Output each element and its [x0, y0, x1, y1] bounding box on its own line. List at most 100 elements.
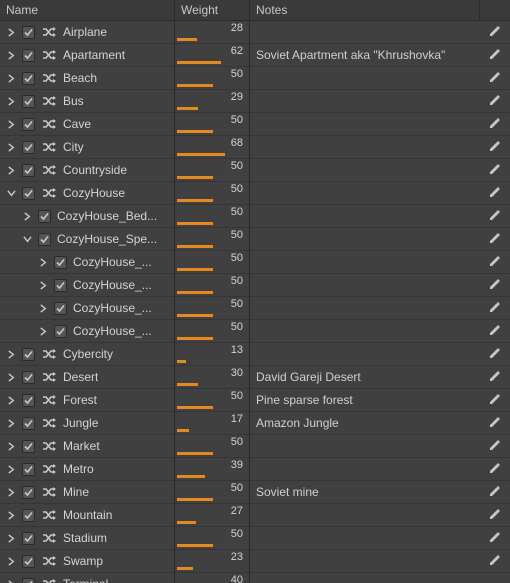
pencil-icon[interactable]	[488, 438, 502, 455]
weight-cell[interactable]: 50	[175, 182, 250, 204]
table-row[interactable]: CozyHouse_Spe...50	[0, 228, 510, 251]
row-checkbox[interactable]	[22, 118, 35, 131]
shuffle-icon[interactable]	[41, 439, 57, 453]
pencil-icon[interactable]	[488, 369, 502, 386]
weight-cell[interactable]: 50	[175, 113, 250, 135]
weight-cell[interactable]: 23	[175, 550, 250, 572]
shuffle-icon[interactable]	[41, 393, 57, 407]
weight-cell[interactable]: 50	[175, 274, 250, 296]
chevron-right-icon[interactable]	[4, 140, 18, 154]
weight-cell[interactable]: 28	[175, 21, 250, 43]
table-row[interactable]: Metro39	[0, 458, 510, 481]
row-checkbox[interactable]	[22, 555, 35, 568]
table-row[interactable]: CozyHouse_Bed...50	[0, 205, 510, 228]
row-checkbox[interactable]	[38, 233, 51, 246]
row-checkbox[interactable]	[22, 463, 35, 476]
pencil-icon[interactable]	[488, 530, 502, 547]
shuffle-icon[interactable]	[41, 370, 57, 384]
chevron-right-icon[interactable]	[4, 485, 18, 499]
row-checkbox[interactable]	[22, 164, 35, 177]
table-row[interactable]: City68	[0, 136, 510, 159]
pencil-icon[interactable]	[488, 116, 502, 133]
weight-cell[interactable]: 50	[175, 435, 250, 457]
notes-cell[interactable]: David Gareji Desert	[250, 370, 480, 384]
pencil-icon[interactable]	[488, 47, 502, 64]
pencil-icon[interactable]	[488, 346, 502, 363]
table-row[interactable]: CozyHouse50	[0, 182, 510, 205]
table-row[interactable]: Terminal40	[0, 573, 510, 583]
chevron-right-icon[interactable]	[4, 531, 18, 545]
table-row[interactable]: CozyHouse_...50	[0, 251, 510, 274]
chevron-right-icon[interactable]	[4, 554, 18, 568]
shuffle-icon[interactable]	[41, 25, 57, 39]
shuffle-icon[interactable]	[41, 416, 57, 430]
chevron-right-icon[interactable]	[4, 347, 18, 361]
row-checkbox[interactable]	[22, 187, 35, 200]
pencil-icon[interactable]	[488, 208, 502, 225]
row-checkbox[interactable]	[22, 371, 35, 384]
chevron-right-icon[interactable]	[36, 255, 50, 269]
shuffle-icon[interactable]	[41, 577, 57, 583]
chevron-right-icon[interactable]	[4, 416, 18, 430]
pencil-icon[interactable]	[488, 323, 502, 340]
pencil-icon[interactable]	[488, 24, 502, 41]
notes-cell[interactable]: Amazon Jungle	[250, 416, 480, 430]
chevron-right-icon[interactable]	[36, 324, 50, 338]
row-checkbox[interactable]	[22, 509, 35, 522]
pencil-icon[interactable]	[488, 415, 502, 432]
weight-cell[interactable]: 68	[175, 136, 250, 158]
chevron-right-icon[interactable]	[4, 163, 18, 177]
table-row[interactable]: CozyHouse_...50	[0, 274, 510, 297]
chevron-down-icon[interactable]	[20, 232, 34, 246]
chevron-right-icon[interactable]	[4, 577, 18, 583]
pencil-icon[interactable]	[488, 461, 502, 478]
row-checkbox[interactable]	[22, 348, 35, 361]
table-row[interactable]: Mine50Soviet mine	[0, 481, 510, 504]
weight-cell[interactable]: 50	[175, 297, 250, 319]
table-row[interactable]: Swamp23	[0, 550, 510, 573]
shuffle-icon[interactable]	[41, 485, 57, 499]
row-checkbox[interactable]	[22, 578, 35, 583]
table-row[interactable]: CozyHouse_...50	[0, 297, 510, 320]
pencil-icon[interactable]	[488, 553, 502, 570]
chevron-right-icon[interactable]	[4, 94, 18, 108]
shuffle-icon[interactable]	[41, 117, 57, 131]
weight-cell[interactable]: 50	[175, 251, 250, 273]
table-row[interactable]: CozyHouse_...50	[0, 320, 510, 343]
chevron-right-icon[interactable]	[4, 71, 18, 85]
pencil-icon[interactable]	[488, 277, 502, 294]
column-header-weight[interactable]: Weight	[175, 0, 250, 20]
chevron-down-icon[interactable]	[4, 186, 18, 200]
table-row[interactable]: Airplane28	[0, 21, 510, 44]
shuffle-icon[interactable]	[41, 462, 57, 476]
notes-cell[interactable]: Soviet Apartment aka "Khrushovka"	[250, 48, 480, 62]
chevron-right-icon[interactable]	[4, 508, 18, 522]
row-checkbox[interactable]	[22, 417, 35, 430]
weight-cell[interactable]: 50	[175, 228, 250, 250]
weight-cell[interactable]: 50	[175, 527, 250, 549]
row-checkbox[interactable]	[22, 95, 35, 108]
chevron-right-icon[interactable]	[4, 439, 18, 453]
row-checkbox[interactable]	[54, 325, 67, 338]
notes-cell[interactable]: Soviet mine	[250, 485, 480, 499]
pencil-icon[interactable]	[488, 392, 502, 409]
weight-cell[interactable]: 13	[175, 343, 250, 365]
row-checkbox[interactable]	[54, 302, 67, 315]
pencil-icon[interactable]	[488, 139, 502, 156]
weight-cell[interactable]: 29	[175, 90, 250, 112]
row-checkbox[interactable]	[22, 141, 35, 154]
pencil-icon[interactable]	[488, 93, 502, 110]
pencil-icon[interactable]	[488, 507, 502, 524]
pencil-icon[interactable]	[488, 70, 502, 87]
table-row[interactable]: Cave50	[0, 113, 510, 136]
column-header-notes[interactable]: Notes	[250, 0, 480, 20]
table-row[interactable]: Countryside50	[0, 159, 510, 182]
shuffle-icon[interactable]	[41, 554, 57, 568]
weight-cell[interactable]: 50	[175, 67, 250, 89]
chevron-right-icon[interactable]	[20, 209, 34, 223]
row-checkbox[interactable]	[22, 394, 35, 407]
column-header-name[interactable]: Name	[0, 0, 175, 20]
table-row[interactable]: Apartament62Soviet Apartment aka "Khrush…	[0, 44, 510, 67]
table-row[interactable]: Beach50	[0, 67, 510, 90]
chevron-right-icon[interactable]	[4, 25, 18, 39]
